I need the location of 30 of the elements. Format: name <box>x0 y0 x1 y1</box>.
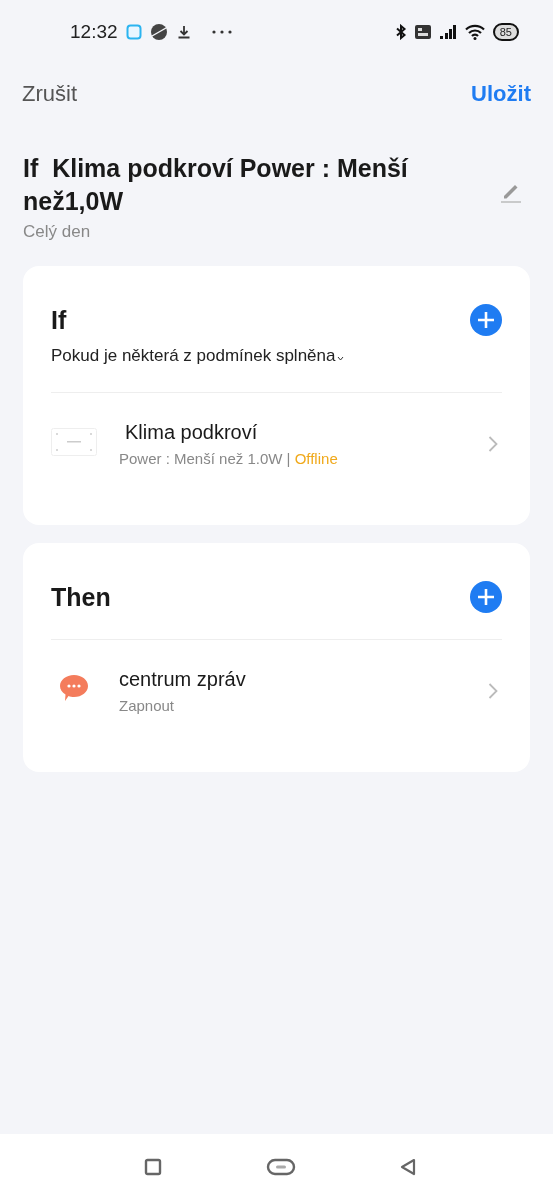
chevron-icon <box>488 435 498 453</box>
caret-icon <box>337 355 345 361</box>
app-icon <box>125 24 142 40</box>
more-icon <box>211 30 232 34</box>
device-icon <box>51 428 97 456</box>
status-label: Offline <box>294 450 338 467</box>
condition-dropdown[interactable]: Pokud je některá z podmínek splněna <box>51 346 345 366</box>
rule-item[interactable]: Klima podkroví Power : Menší než 1.0W | Offline <box>51 393 502 467</box>
section-title: Then <box>51 582 111 612</box>
schedule-label: Celý den <box>23 222 92 242</box>
bluetooth-icon <box>394 24 407 40</box>
add-icon[interactable] <box>470 581 502 613</box>
item-name: centrum zpráv <box>119 668 247 691</box>
signal-icon <box>438 24 457 40</box>
item-detail: Zapnout <box>119 697 175 714</box>
rule-item[interactable]: centrum zpráv Zapnout <box>51 640 502 714</box>
recents-icon[interactable] <box>144 1158 162 1176</box>
back-icon[interactable] <box>400 1158 416 1176</box>
chevron-icon <box>488 682 498 700</box>
cancel-button[interactable]: Zrušit <box>22 81 77 107</box>
battery-indicator: 85 <box>492 23 519 41</box>
item-name: Klima podkroví <box>124 421 259 444</box>
item-detail: Power : Menší než 1.0W | <box>119 450 292 467</box>
scene-title: If Klima podkroví Power : Menší než1,0W <box>23 153 410 217</box>
clock: 12:32 <box>70 21 118 43</box>
wifi-icon <box>464 24 485 40</box>
add-icon[interactable] <box>470 304 502 336</box>
home-icon[interactable] <box>266 1158 296 1176</box>
save-button[interactable]: Uložit <box>471 81 531 107</box>
section-title: If <box>51 305 67 335</box>
